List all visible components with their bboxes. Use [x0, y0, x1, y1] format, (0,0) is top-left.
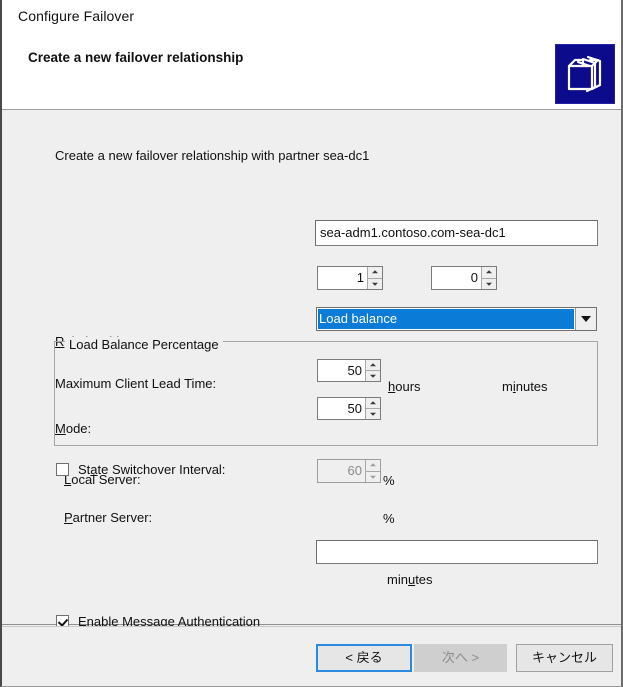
- ssu-rest: tes: [415, 572, 433, 587]
- state-switchover-increment-button[interactable]: [366, 460, 380, 472]
- local-server-percent-sign: %: [383, 473, 395, 488]
- partner-server-label: Partner Server:: [64, 510, 152, 525]
- lead-time-hours-increment-button[interactable]: [368, 267, 382, 279]
- state-switchover-decrement-button[interactable]: [366, 471, 380, 482]
- chevron-down-icon[interactable]: [575, 308, 596, 330]
- arrow-down-icon: [370, 475, 376, 479]
- checkbox-box-icon[interactable]: [56, 463, 69, 476]
- ssi-pre: St: [78, 462, 91, 477]
- folders-icon: [555, 44, 615, 104]
- state-switchover-unit-label: minutes: [387, 572, 433, 587]
- cancel-button-label: キャンセル: [531, 650, 597, 665]
- partner-server-label-rest: artner Server:: [72, 510, 153, 525]
- shared-secret-input[interactable]: [316, 540, 598, 564]
- ssi-rest: te Switchover Interval:: [97, 462, 226, 477]
- window-title: Configure Failover: [18, 8, 135, 24]
- partner-server-percentage-value: 50: [347, 401, 362, 416]
- partner-server-stepper-buttons[interactable]: [365, 398, 380, 419]
- lead-time-minutes-value: 0: [470, 270, 478, 285]
- arrow-up-icon: [370, 363, 376, 367]
- lead-time-minutes-increment-button[interactable]: [482, 267, 496, 279]
- partner-server-percent-sign: %: [383, 511, 395, 526]
- lead-time-minutes-stepper[interactable]: 0: [431, 266, 497, 290]
- cancel-button[interactable]: キャンセル: [516, 644, 613, 672]
- state-switchover-interval-label: State Switchover Interval:: [78, 462, 225, 477]
- lead-time-hours-decrement-button[interactable]: [368, 278, 382, 289]
- lead-time-hours-stepper[interactable]: 1: [317, 266, 383, 290]
- local-server-percentage-value: 50: [347, 363, 362, 378]
- relationship-name-input[interactable]: sea-adm1.contoso.com-sea-dc1: [315, 220, 598, 246]
- wizard-header: Configure Failover Create a new failover…: [2, 0, 621, 110]
- state-switchover-stepper-buttons[interactable]: [365, 460, 380, 482]
- arrow-up-icon: [486, 270, 492, 274]
- arrow-up-icon: [372, 270, 378, 274]
- arrow-up-icon: [370, 401, 376, 405]
- local-server-percentage-stepper[interactable]: 50: [317, 359, 381, 382]
- wizard-footer: < 戻る 次へ > キャンセル: [2, 626, 621, 685]
- local-server-stepper-buttons[interactable]: [365, 360, 380, 381]
- ssu-pre: min: [387, 572, 408, 587]
- intro-text: Create a new failover relationship with …: [55, 148, 370, 163]
- arrow-down-icon: [372, 282, 378, 286]
- state-switchover-accesskey: a: [90, 462, 98, 477]
- wizard-body: Create a new failover relationship with …: [2, 110, 621, 669]
- mode-selected-value: Load balance: [318, 309, 574, 329]
- arrow-down-icon: [370, 412, 376, 416]
- load-balance-percentage-group-title: Load Balance Percentage: [65, 337, 223, 352]
- lead-time-hours-stepper-buttons[interactable]: [367, 267, 382, 289]
- arrow-down-icon: [370, 374, 376, 378]
- state-switchover-interval-stepper[interactable]: 60: [317, 459, 381, 483]
- lead-time-hours-value: 1: [356, 270, 364, 285]
- partner-server-percentage-stepper[interactable]: 50: [317, 397, 381, 420]
- arrow-down-icon: [486, 282, 492, 286]
- partner-server-decrement-button[interactable]: [366, 409, 380, 419]
- state-switchover-interval-checkbox[interactable]: State Switchover Interval:: [56, 462, 225, 477]
- arrow-up-icon: [370, 463, 376, 467]
- page-title: Create a new failover relationship: [28, 50, 244, 65]
- local-server-increment-button[interactable]: [366, 360, 380, 371]
- next-button-label: 次へ >: [441, 650, 480, 665]
- partner-server-accesskey: P: [64, 510, 73, 525]
- configure-failover-wizard: Configure Failover Create a new failover…: [0, 0, 623, 687]
- mode-dropdown[interactable]: Load balance: [316, 307, 597, 331]
- partner-server-increment-button[interactable]: [366, 398, 380, 409]
- back-button[interactable]: < 戻る: [316, 644, 412, 672]
- local-server-decrement-button[interactable]: [366, 371, 380, 381]
- lead-time-minutes-decrement-button[interactable]: [482, 278, 496, 289]
- next-button[interactable]: 次へ >: [414, 644, 507, 672]
- load-balance-percentage-group: [54, 341, 598, 446]
- back-button-label: < 戻る: [345, 650, 383, 665]
- lead-time-minutes-stepper-buttons[interactable]: [481, 267, 496, 289]
- state-switchover-interval-value: 60: [347, 463, 362, 478]
